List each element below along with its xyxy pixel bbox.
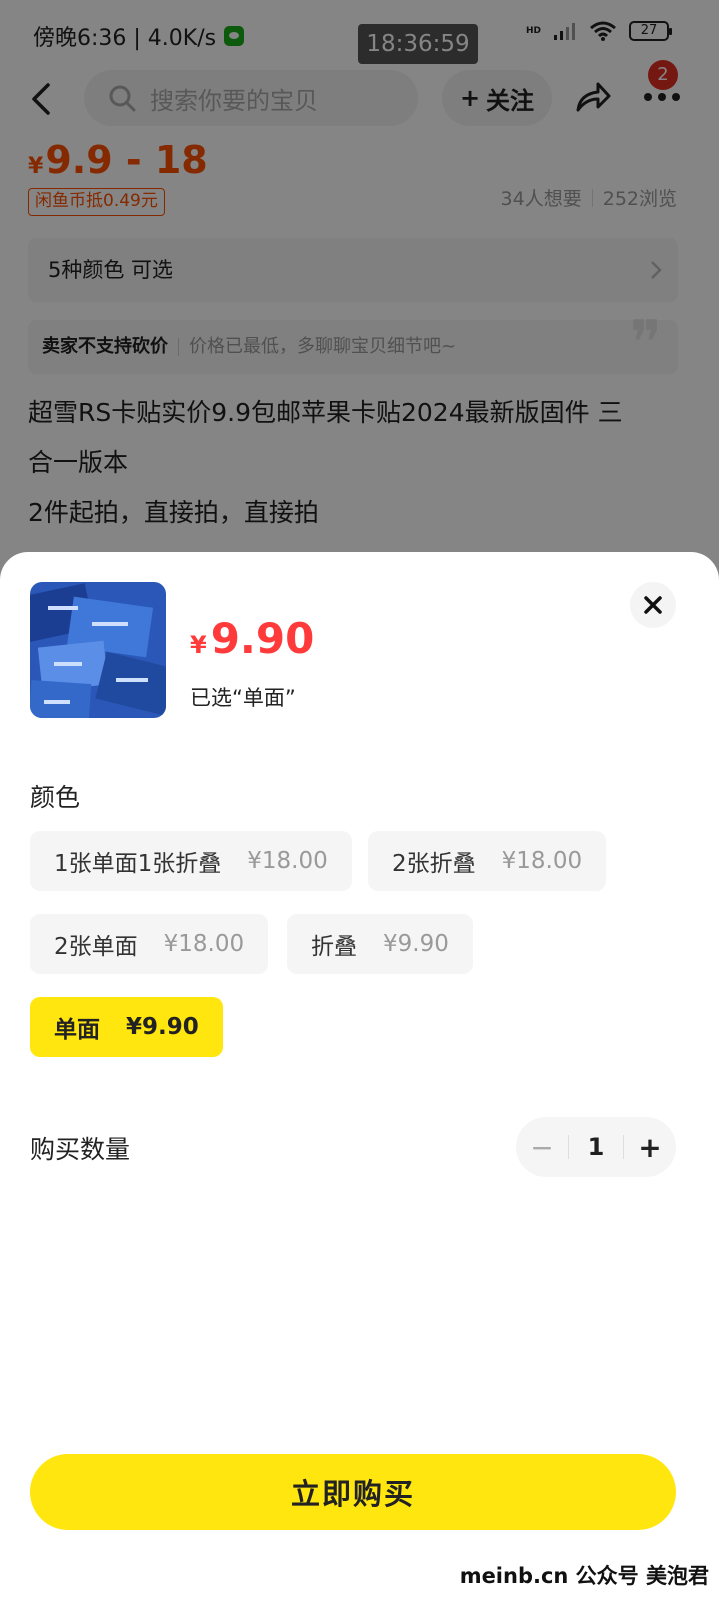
option-chip-selected[interactable]: 单面 ¥9.90 xyxy=(30,997,223,1057)
option-price: ¥18.00 xyxy=(247,848,328,874)
quantity-stepper: − 1 + xyxy=(516,1117,676,1177)
option-price: ¥18.00 xyxy=(501,848,583,874)
option-chip[interactable]: 1张单面1张折叠 ¥18.00 xyxy=(30,831,352,891)
option-name: 折叠 xyxy=(311,934,357,960)
sku-bottom-sheet: ¥ 9.90 已选“单面” 颜色 1张单面1张折叠 ¥18.00 2张折叠 ¥1… xyxy=(0,552,719,1598)
option-name: 2张折叠 xyxy=(392,851,476,877)
option-name: 1张单面1张折叠 xyxy=(54,851,222,877)
option-chip[interactable]: 2张折叠 ¥18.00 xyxy=(368,831,607,891)
watermark: meinb.cn 公众号 美泡君 xyxy=(459,1564,709,1588)
close-button[interactable] xyxy=(630,582,676,628)
selected-option-text: 已选“单面” xyxy=(190,686,296,710)
option-price: ¥9.90 xyxy=(126,1014,199,1040)
product-thumbnail[interactable] xyxy=(30,582,166,718)
quantity-value[interactable]: 1 xyxy=(568,1135,624,1159)
selected-price-currency: ¥ xyxy=(190,631,207,659)
selected-price: ¥ 9.90 xyxy=(190,614,314,663)
option-price: ¥9.90 xyxy=(383,931,449,957)
selected-price-amount: 9.90 xyxy=(210,614,315,663)
option-name: 单面 xyxy=(54,1017,100,1043)
option-name: 2张单面 xyxy=(54,934,138,960)
increase-button[interactable]: + xyxy=(624,1117,676,1177)
close-icon xyxy=(644,596,662,614)
decrease-button[interactable]: − xyxy=(516,1117,568,1177)
color-section-label: 颜色 xyxy=(30,783,81,812)
quantity-label: 购买数量 xyxy=(30,1135,131,1164)
buy-now-button[interactable]: 立即购买 xyxy=(30,1454,676,1530)
option-chip[interactable]: 折叠 ¥9.90 xyxy=(287,914,473,974)
option-price: ¥18.00 xyxy=(163,931,245,957)
option-chip[interactable]: 2张单面 ¥18.00 xyxy=(30,914,269,974)
